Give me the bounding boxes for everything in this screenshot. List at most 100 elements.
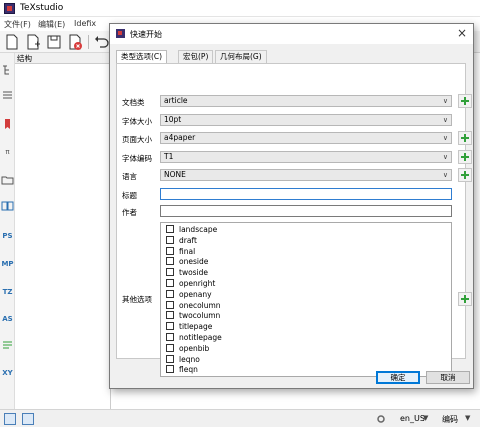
option-label: final: [179, 246, 196, 256]
toc-icon[interactable]: [1, 88, 14, 102]
chevron-down-icon: ∨: [442, 97, 448, 105]
quick-start-dialog: 快速开始 × 类型选项(C) 宏包(P) 几何布局(G) 文档类 article…: [109, 23, 474, 389]
new-file-icon[interactable]: [3, 33, 21, 51]
toggle-structure-icon[interactable]: [4, 413, 16, 425]
structure-panel: 结构: [15, 53, 111, 409]
toggle-messages-icon[interactable]: [22, 413, 34, 425]
checkbox[interactable]: [166, 246, 174, 255]
paper-size-select[interactable]: a4paper ∨: [160, 132, 452, 144]
option-label: titlepage: [179, 322, 213, 332]
encoding-dropdown-icon[interactable]: ▼: [465, 414, 470, 422]
option-item[interactable]: openany: [166, 289, 212, 300]
menu-edit[interactable]: 编辑(E): [38, 19, 65, 30]
checkbox[interactable]: [166, 354, 174, 363]
option-label: oneside: [179, 257, 209, 267]
left-sidebar: π PS MP TZ AS XY: [0, 53, 15, 409]
list-icon[interactable]: [1, 338, 14, 352]
bookmark-icon[interactable]: [1, 117, 14, 131]
settings-gear-icon[interactable]: [376, 414, 386, 424]
tab-geometry[interactable]: 几何布局(G): [215, 50, 267, 63]
option-item[interactable]: openright: [166, 279, 215, 289]
app-title: TeXstudio: [20, 3, 64, 13]
option-item[interactable]: final: [166, 246, 196, 257]
sidebar-ps-icon[interactable]: PS: [1, 229, 14, 243]
checkbox[interactable]: [166, 279, 174, 287]
option-item[interactable]: oneside: [166, 257, 208, 267]
option-label: draft: [179, 235, 197, 245]
add-option-button[interactable]: [458, 292, 472, 306]
option-label: onecolumn: [179, 300, 221, 310]
paper-size-label: 页面大小: [122, 135, 152, 144]
menu-idefix[interactable]: Idefix: [74, 19, 96, 28]
option-item[interactable]: twocolumn: [166, 311, 220, 321]
language-label: 语言: [122, 172, 137, 181]
menu-file[interactable]: 文件(F): [4, 19, 31, 30]
sidebar-tz-icon[interactable]: TZ: [1, 285, 14, 299]
checkbox[interactable]: [166, 257, 174, 266]
dialog-titlebar: 快速开始 ×: [110, 24, 473, 44]
close-file-icon[interactable]: [66, 33, 84, 51]
option-item[interactable]: twoside: [166, 268, 208, 278]
paper-size-value: a4paper: [164, 133, 196, 142]
statusbar: en_US ▼ 编码 ▼: [0, 409, 480, 427]
add-paper-size-button[interactable]: [458, 131, 472, 145]
add-font-encoding-button[interactable]: [458, 150, 472, 164]
checkbox[interactable]: [166, 365, 174, 374]
checkbox[interactable]: [166, 300, 174, 309]
ok-button[interactable]: 确定: [376, 371, 420, 384]
font-size-value: 10pt: [164, 115, 182, 124]
close-icon[interactable]: ×: [457, 26, 467, 40]
chevron-down-icon: ∨: [442, 134, 448, 142]
cancel-button[interactable]: 取消: [426, 371, 470, 384]
checkbox[interactable]: [166, 289, 174, 298]
option-label: twocolumn: [179, 311, 221, 321]
texstudio-dialog-icon: [116, 29, 125, 38]
font-encoding-select[interactable]: T1 ∨: [160, 151, 452, 163]
sidebar-mp-icon[interactable]: MP: [1, 257, 14, 271]
tab-packages[interactable]: 宏包(P): [178, 50, 214, 63]
author-input[interactable]: [160, 205, 452, 217]
structure-icon[interactable]: [1, 63, 14, 77]
class-options-page: 文档类 article ∨ 字体大小 10pt ∨ 页面大小 a4paper ∨ 字体…: [116, 63, 472, 377]
structure-header: 结构: [15, 53, 110, 64]
other-options-list: landscape draft final oneside twoside op…: [160, 222, 452, 377]
language-select[interactable]: NONE ∨: [160, 169, 452, 181]
language-dropdown-icon[interactable]: ▼: [423, 414, 428, 422]
undo-icon[interactable]: [92, 33, 110, 51]
option-item[interactable]: notitlepage: [166, 333, 222, 343]
new-from-template-icon[interactable]: [24, 33, 42, 51]
title-input[interactable]: [160, 188, 452, 200]
option-item[interactable]: draft: [166, 235, 197, 246]
option-label: openany: [179, 289, 212, 299]
font-size-select[interactable]: 10pt ∨: [160, 114, 452, 126]
option-item[interactable]: fleqn: [166, 365, 198, 375]
checkbox[interactable]: [166, 322, 174, 331]
doc-class-value: article: [164, 96, 188, 105]
encoding-status[interactable]: 编码: [442, 414, 458, 425]
option-item[interactable]: onecolumn: [166, 300, 221, 311]
option-item[interactable]: leqno: [166, 354, 200, 365]
option-item[interactable]: openbib: [166, 343, 209, 354]
save-icon[interactable]: [45, 33, 63, 51]
checkbox[interactable]: [166, 333, 174, 341]
option-item[interactable]: titlepage: [166, 322, 212, 332]
checkbox[interactable]: [166, 343, 174, 352]
checkbox[interactable]: [166, 235, 174, 244]
toolbar-separator: [88, 35, 89, 49]
sidebar-xy-icon[interactable]: XY: [1, 366, 14, 380]
texstudio-logo-icon: [4, 3, 15, 14]
sidebar-as-icon[interactable]: AS: [1, 312, 14, 326]
doc-class-select[interactable]: article ∨: [160, 95, 452, 107]
folder-icon[interactable]: [1, 173, 14, 187]
font-encoding-label: 字体编码: [122, 154, 152, 163]
checkbox[interactable]: [166, 268, 174, 277]
add-doc-class-button[interactable]: [458, 94, 472, 108]
checkbox[interactable]: [166, 311, 174, 320]
brackets-icon[interactable]: [1, 199, 14, 213]
language-status[interactable]: en_US: [400, 414, 425, 423]
checkbox[interactable]: [166, 225, 174, 233]
add-language-button[interactable]: [458, 168, 472, 182]
option-item[interactable]: landscape: [166, 225, 217, 235]
symbols-icon[interactable]: π: [1, 145, 14, 159]
tab-class-options[interactable]: 类型选项(C): [116, 50, 168, 64]
